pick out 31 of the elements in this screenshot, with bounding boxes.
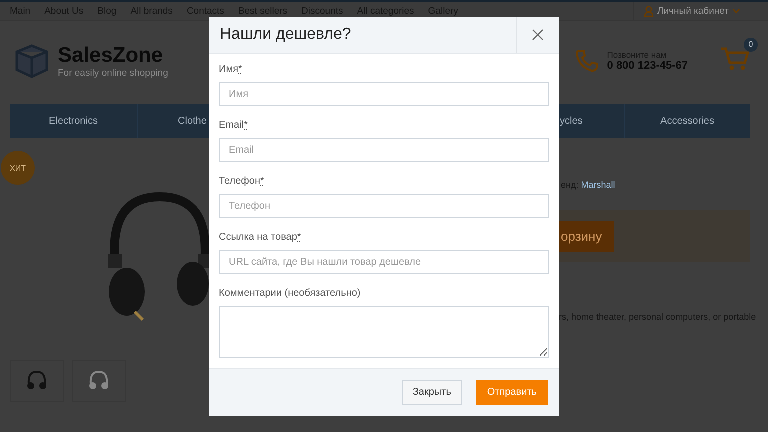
phone-icon [575, 49, 600, 73]
thumbnail[interactable] [10, 360, 64, 402]
input-field[interactable]: URL сайта, где Вы нашли товар дешевле [219, 250, 549, 274]
menu-item[interactable]: Accessories [625, 104, 750, 138]
thumbnail[interactable] [72, 360, 126, 402]
logo-tagline: For easily online shopping [58, 68, 168, 78]
add-to-cart-button[interactable]: орзину [559, 220, 614, 252]
close-dialog-button[interactable]: Закрыть [402, 380, 462, 405]
field-label: Комментарии (необязательно) [219, 288, 362, 299]
comment-field[interactable] [219, 306, 549, 358]
account-link[interactable]: Личный кабинет [632, 2, 768, 20]
input-field[interactable]: Email [219, 138, 549, 162]
menu-item[interactable]: Electronics [10, 104, 138, 138]
submit-button[interactable]: Отправить [476, 380, 548, 405]
menu-item[interactable]: ycles [560, 104, 625, 138]
user-icon [644, 6, 654, 16]
close-icon [532, 29, 544, 41]
input-field[interactable]: Имя [219, 82, 549, 106]
field-label: Ссылка на товар* [219, 232, 302, 243]
cart-icon[interactable] [720, 46, 750, 72]
cart-count-badge: 0 [744, 38, 758, 52]
menu-item[interactable]: Clothe [138, 104, 207, 138]
chevron-down-icon [733, 8, 740, 14]
field-label: Email* [219, 120, 249, 131]
modal-title: Нашли дешевле? [219, 25, 352, 45]
hit-badge: ХИТ [1, 151, 35, 185]
box-logo-icon [14, 43, 50, 79]
brand-link[interactable]: Marshall [581, 180, 616, 190]
input-field[interactable]: Телефон [219, 194, 549, 218]
field-label: Телефон* [219, 176, 266, 187]
field-label: Имя* [219, 64, 244, 75]
